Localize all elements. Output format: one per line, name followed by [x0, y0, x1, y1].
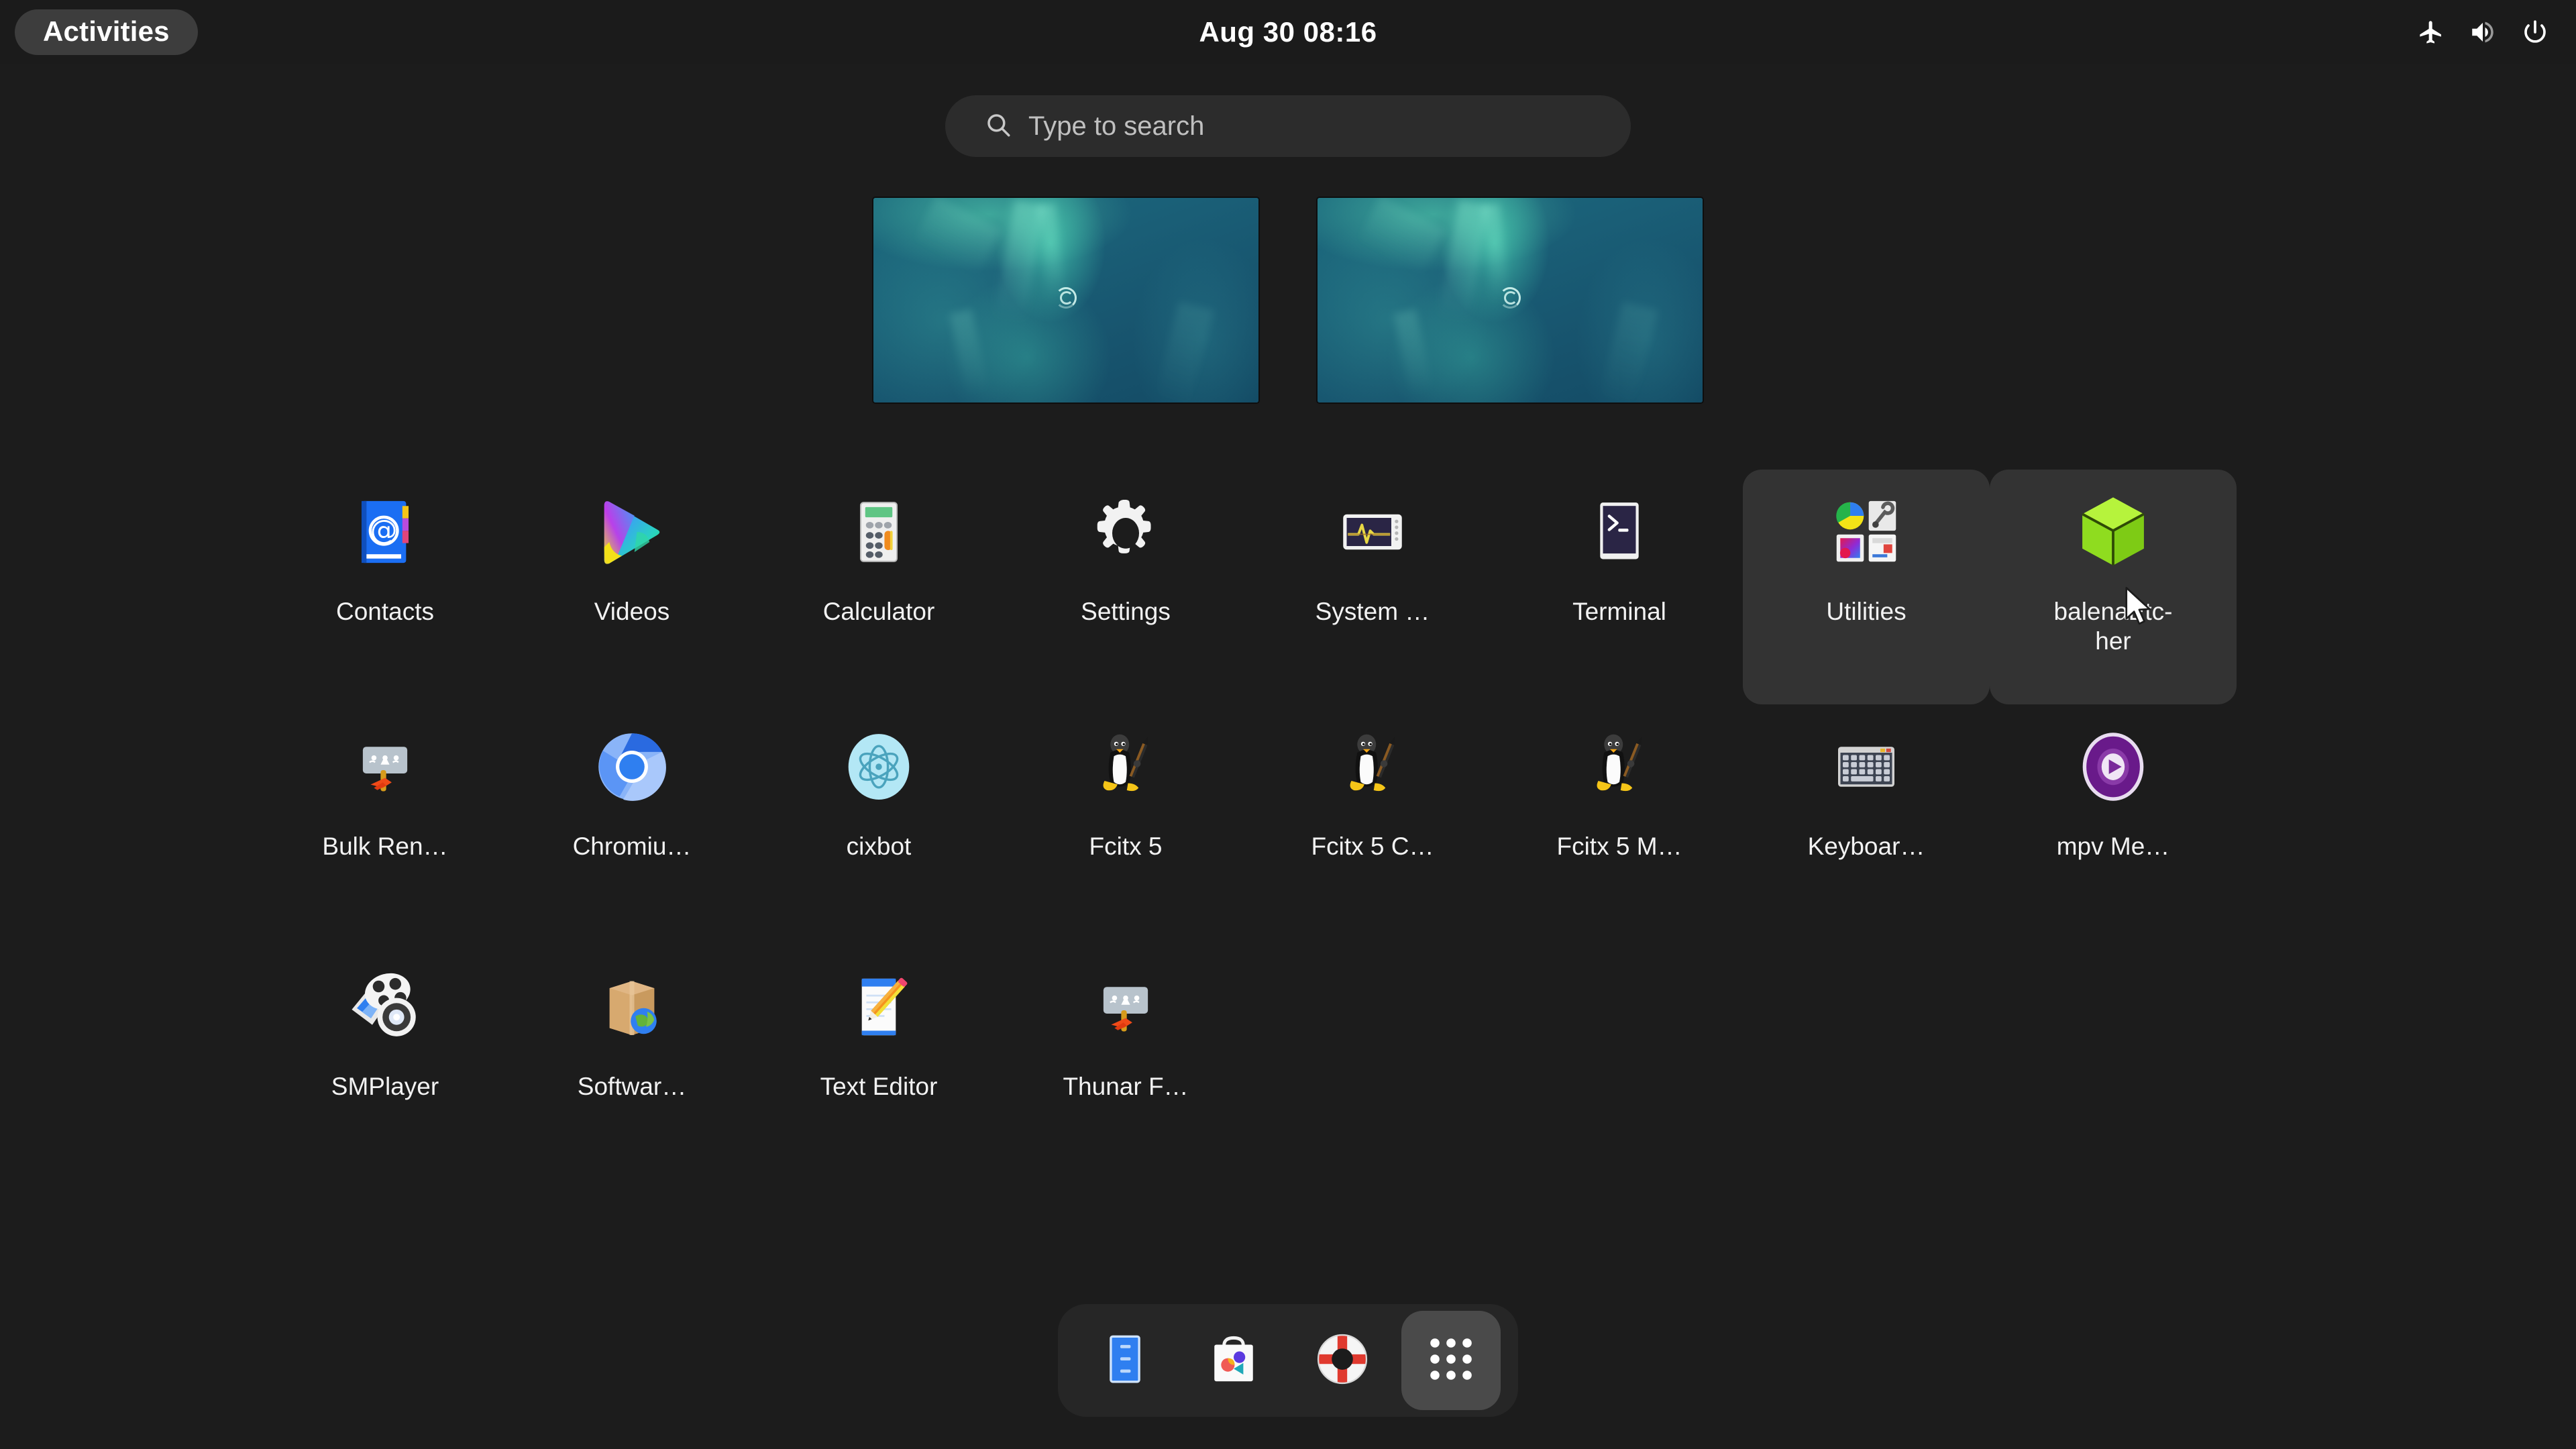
- app-grid: @ Contacts Videos Calculator Settings Sy…: [262, 470, 2314, 1185]
- app-item-videos[interactable]: Videos: [508, 470, 755, 704]
- app-grid-row: Bulk Ren… Chromiu… cixbot Fcitx 5 Fcitx …: [262, 704, 2314, 945]
- airplane-mode-icon[interactable]: [2418, 19, 2445, 46]
- app-label: Contacts: [335, 598, 434, 625]
- app-item-cixbot[interactable]: cixbot: [755, 704, 1002, 945]
- app-item-settings[interactable]: Settings: [1002, 470, 1249, 704]
- app-label: Fcitx 5: [1089, 833, 1163, 860]
- app-item-contacts[interactable]: @ Contacts: [262, 470, 508, 704]
- mpv-icon: [2063, 716, 2163, 817]
- workspace-thumbnail-1[interactable]: [873, 198, 1258, 402]
- power-icon[interactable]: [2521, 18, 2549, 46]
- app-item-terminal[interactable]: Terminal: [1496, 470, 1743, 704]
- app-grid-empty-cell: [1249, 945, 1496, 1185]
- contacts-icon: @: [335, 482, 435, 582]
- bulk-rename-icon: [335, 716, 435, 817]
- workspace-thumbnail-2[interactable]: [1318, 198, 1703, 402]
- app-item-bulk-rename[interactable]: Bulk Ren…: [262, 704, 508, 945]
- search-entry-wrapper[interactable]: Type to search: [945, 95, 1631, 157]
- app-label: Videos: [594, 598, 670, 625]
- app-item-system-monitor[interactable]: System …: [1249, 470, 1496, 704]
- app-item-software[interactable]: Softwar…: [508, 945, 755, 1185]
- clock-datetime[interactable]: Aug 30 08:16: [1199, 16, 1377, 48]
- app-label: SMPlayer: [331, 1073, 439, 1100]
- app-item-chromium[interactable]: Chromiu…: [508, 704, 755, 945]
- show-applications-button[interactable]: [1401, 1311, 1501, 1410]
- app-label: Keyboar…: [1807, 833, 1925, 860]
- dash-dock: [1058, 1304, 1518, 1417]
- app-label: Utilities: [1826, 598, 1907, 625]
- search-placeholder: Type to search: [1028, 111, 1205, 141]
- app-label: Settings: [1081, 598, 1171, 625]
- terminal-icon: [1569, 482, 1670, 582]
- thunar-icon: [1075, 957, 1176, 1057]
- search-icon: [984, 111, 1012, 142]
- search-input[interactable]: Type to search: [945, 95, 1631, 157]
- app-grid-empty-cell: [1990, 945, 2237, 1185]
- software-store-icon: [1203, 1328, 1265, 1393]
- dash-item-help[interactable]: [1293, 1311, 1392, 1410]
- debian-swirl-logo: [1055, 287, 1077, 309]
- app-item-fcitx5-config[interactable]: Fcitx 5 C…: [1249, 704, 1496, 945]
- app-item-keyboard[interactable]: Keyboar…: [1743, 704, 1990, 945]
- app-item-calculator[interactable]: Calculator: [755, 470, 1002, 704]
- text-editor-icon: [828, 957, 929, 1057]
- app-grid-row: SMPlayer Softwar… Text Editor Thunar F…: [262, 945, 2314, 1185]
- calculator-icon: [828, 482, 929, 582]
- dash-item-files[interactable]: [1075, 1311, 1175, 1410]
- app-grid-row: @ Contacts Videos Calculator Settings Sy…: [262, 470, 2314, 704]
- videos-icon: [582, 482, 682, 582]
- app-grid-empty-cell: [1496, 945, 1743, 1185]
- help-lifering-icon: [1311, 1328, 1373, 1393]
- app-label: Thunar F…: [1063, 1073, 1189, 1100]
- app-label: cixbot: [846, 833, 912, 860]
- smplayer-icon: [335, 957, 435, 1057]
- app-label: Bulk Ren…: [322, 833, 448, 860]
- desktop-root: Activities Aug 30 08:16 Type to search @…: [0, 0, 2576, 1449]
- activities-button[interactable]: Activities: [15, 9, 198, 55]
- system-monitor-icon: [1322, 482, 1423, 582]
- app-label: Chromiu…: [572, 833, 692, 860]
- app-item-thunar[interactable]: Thunar F…: [1002, 945, 1249, 1185]
- show-applications-icon: [1427, 1335, 1475, 1387]
- app-grid-empty-cell: [1743, 945, 1990, 1185]
- app-label: Calculator: [822, 598, 935, 625]
- balena-etcher-icon: [2063, 482, 2163, 582]
- app-item-mpv[interactable]: mpv Me…: [1990, 704, 2237, 945]
- top-bar: Activities Aug 30 08:16: [0, 0, 2576, 64]
- fcitx5-config-icon: [1322, 716, 1423, 817]
- app-item-smplayer[interactable]: SMPlayer: [262, 945, 508, 1185]
- fcitx5-icon: [1075, 716, 1176, 817]
- app-item-fcitx5-migrator[interactable]: Fcitx 5 M…: [1496, 704, 1743, 945]
- volume-icon[interactable]: [2469, 18, 2497, 46]
- app-label: Fcitx 5 M…: [1556, 833, 1682, 860]
- app-item-text-editor[interactable]: Text Editor: [755, 945, 1002, 1185]
- system-tray: [2418, 18, 2549, 46]
- cixbot-icon: [828, 716, 929, 817]
- fcitx5-migrator-icon: [1569, 716, 1670, 817]
- dash-item-software[interactable]: [1184, 1311, 1283, 1410]
- settings-gear-icon: [1075, 482, 1176, 582]
- folder-utilities-icon: [1816, 482, 1917, 582]
- keyboard-icon: [1816, 716, 1917, 817]
- app-label: System …: [1315, 598, 1430, 625]
- app-item-fcitx5[interactable]: Fcitx 5: [1002, 704, 1249, 945]
- software-box-icon: [582, 957, 682, 1057]
- app-label: Text Editor: [820, 1073, 938, 1100]
- app-folder-utilities[interactable]: Utilities: [1743, 470, 1990, 704]
- app-label: mpv Me…: [2056, 833, 2170, 860]
- debian-swirl-logo: [1499, 287, 1521, 309]
- app-label: Fcitx 5 C…: [1311, 833, 1434, 860]
- workspace-thumbnails: [873, 198, 1703, 402]
- arrow-cursor: [2123, 586, 2153, 631]
- app-item-balena-etcher[interactable]: balenaEtc- her: [1990, 470, 2237, 704]
- app-label: Softwar…: [577, 1073, 687, 1100]
- app-label: balenaEtc- her: [2053, 598, 2173, 655]
- files-icon: [1095, 1329, 1155, 1393]
- app-label: Terminal: [1572, 598, 1666, 625]
- chromium-icon: [582, 716, 682, 817]
